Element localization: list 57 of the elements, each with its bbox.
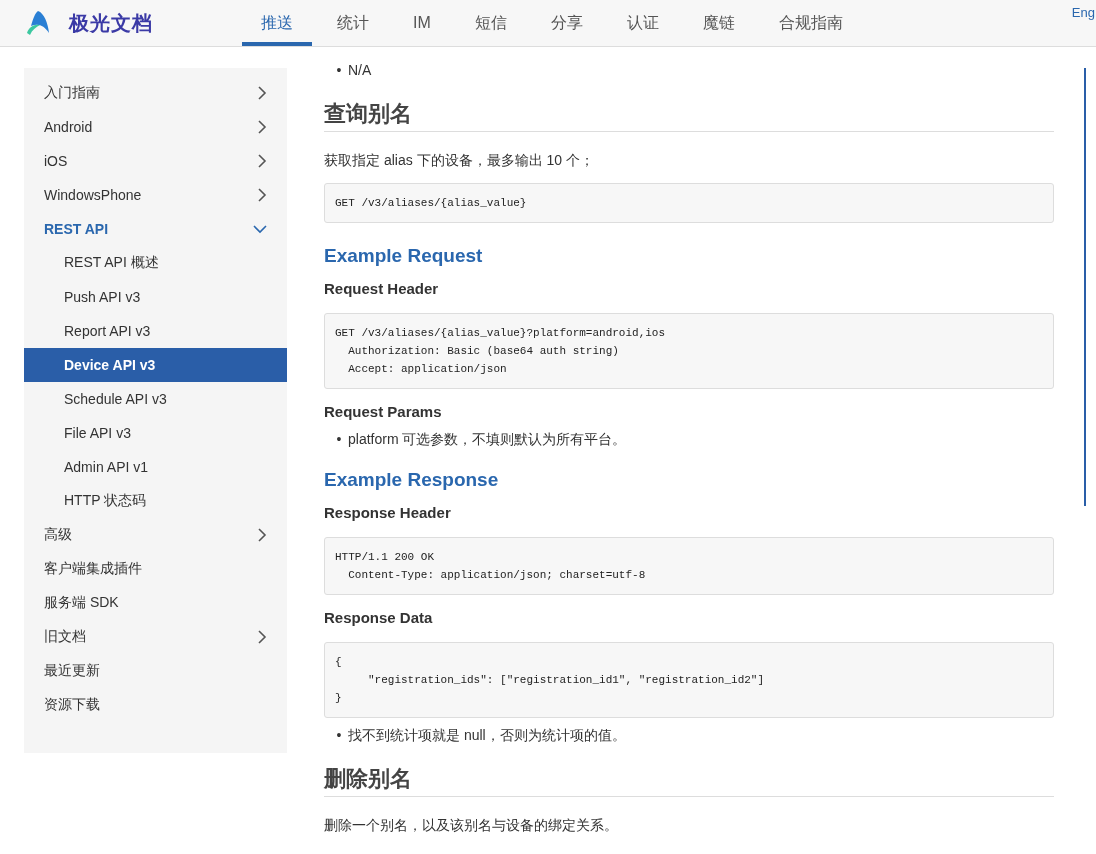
sidebar-item[interactable]: 服务端 SDK: [24, 586, 287, 620]
sidebar-item[interactable]: 资源下载: [24, 688, 287, 722]
sidebar-item[interactable]: 客户端集成插件: [24, 552, 287, 586]
label-heading: Response Header: [324, 503, 452, 523]
list-bullet: •: [335, 430, 343, 449]
sidebar-subitem[interactable]: Report API v3: [24, 314, 287, 348]
paragraph: 获取指定 alias 下的设备，最多输出 10 个；: [324, 152, 595, 169]
sidebar-subitem[interactable]: Push API v3: [24, 280, 287, 314]
list-bullet: •: [335, 61, 343, 80]
sidebar-subitem[interactable]: Admin API v1: [24, 450, 287, 484]
nav-tab[interactable]: 短信: [455, 0, 526, 46]
section-heading: 删除别名: [324, 765, 1054, 797]
language-link[interactable]: Eng: [1071, 5, 1095, 20]
nav-tab[interactable]: 推送: [242, 0, 312, 46]
chevron-down-icon: [253, 224, 267, 234]
sidebar-item[interactable]: 最近更新: [24, 654, 287, 688]
code-block: { "registration_ids": ["registration_id1", "registration_id2"] }: [324, 642, 1054, 718]
chevron-right-icon: [257, 528, 267, 542]
nav-tab[interactable]: IM: [394, 0, 450, 46]
sidebar-subitem[interactable]: REST API 概述: [24, 246, 287, 280]
sidebar-subitem[interactable]: HTTP 状态码: [24, 484, 287, 518]
nav-tab[interactable]: 分享: [531, 0, 602, 46]
chevron-right-icon: [257, 86, 267, 100]
sidebar-item[interactable]: 旧文档: [24, 620, 287, 654]
list-item: 找不到统计项就是 null，否则为统计项的值。: [348, 726, 626, 745]
sidebar-item[interactable]: Android: [24, 110, 287, 144]
logo-text[interactable]: 极光文档: [69, 9, 153, 37]
label-heading: Request Params: [324, 402, 443, 422]
sidebar-item[interactable]: WindowsPhone: [24, 178, 287, 212]
list-bullet: •: [335, 726, 343, 745]
code-block: GET /v3/aliases/{alias_value}: [324, 183, 1054, 223]
nav-tab[interactable]: 合规指南: [759, 0, 862, 46]
section-heading: 查询别名: [324, 100, 1054, 132]
label-heading: Response Data: [324, 608, 434, 628]
nav-tab[interactable]: 认证: [607, 0, 678, 46]
nav-tab[interactable]: 魔链: [683, 0, 754, 46]
chevron-right-icon: [257, 188, 267, 202]
subsection-heading: Example Request: [324, 244, 484, 268]
code-block: HTTP/1.1 200 OK Content-Type: application/json; charset=utf-8: [324, 537, 1054, 595]
nav-tab[interactable]: 统计: [318, 0, 388, 46]
sidebar-subitem[interactable]: File API v3: [24, 416, 287, 450]
sidebar-subitem[interactable]: Schedule API v3: [24, 382, 287, 416]
list-item: N/A: [348, 61, 372, 80]
sidebar-item[interactable]: 高级: [24, 518, 287, 552]
sidebar-subitem[interactable]: Device API v3: [24, 348, 287, 382]
sidebar-item[interactable]: REST API: [24, 212, 287, 246]
chevron-right-icon: [257, 120, 267, 134]
logo-icon: [27, 11, 49, 35]
paragraph: 删除一个别名，以及该别名与设备的绑定关系。: [324, 817, 619, 834]
chevron-right-icon: [257, 630, 267, 644]
sidebar-item[interactable]: iOS: [24, 144, 287, 178]
label-heading: Request Header: [324, 279, 440, 299]
sidebar-item[interactable]: 入门指南: [24, 76, 287, 110]
list-item: platform 可选参数，不填则默认为所有平台。: [348, 430, 627, 449]
code-block: GET /v3/aliases/{alias_value}?platform=android,ios Authorization: Basic (base64 auth string) Accept: application/json: [324, 313, 1054, 389]
subsection-heading: Example Response: [324, 468, 500, 492]
chevron-right-icon: [257, 154, 267, 168]
